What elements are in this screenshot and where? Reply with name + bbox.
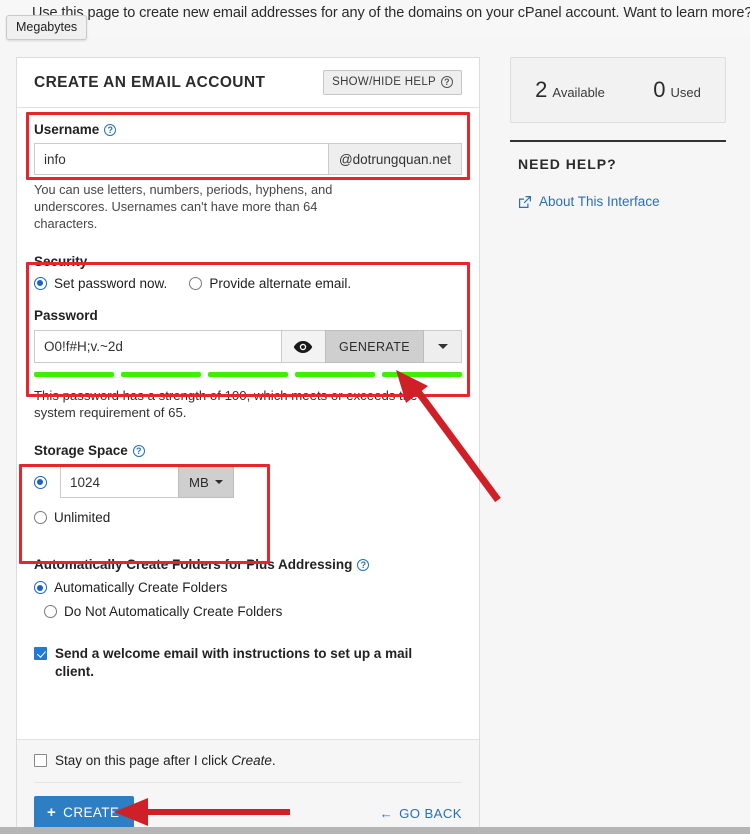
welcome-email-row[interactable]: Send a welcome email with instructions t… xyxy=(34,645,454,681)
password-strength-text: This password has a strength of 100, whi… xyxy=(34,387,462,422)
username-label-row: Username ? xyxy=(34,122,462,137)
plus-addressing-label-row: Automatically Create Folders for Plus Ad… xyxy=(34,557,462,572)
security-section: Security Set password now. Provide alter… xyxy=(34,254,462,421)
stay-on-page-label: Stay on this page after I click Create. xyxy=(55,753,276,768)
password-input[interactable] xyxy=(34,330,281,363)
radio-no-auto-create-folders-label: Do Not Automatically Create Folders xyxy=(64,604,282,619)
password-strength-bar xyxy=(34,372,462,379)
domain-addon: @dotrungquan.net xyxy=(329,143,462,175)
stat-available: 2 Available xyxy=(535,77,605,103)
radio-set-password-now[interactable]: Set password now. xyxy=(34,276,167,291)
about-this-interface-label: About This Interface xyxy=(539,194,660,209)
account-stats-box: 2 Available 0 Used xyxy=(510,57,726,123)
chevron-down-icon xyxy=(438,344,448,349)
radio-provide-alternate-email-input[interactable] xyxy=(189,277,202,290)
radio-storage-unlimited-input[interactable] xyxy=(34,511,47,524)
eye-icon xyxy=(293,340,313,354)
radio-set-password-now-label: Set password now. xyxy=(54,276,167,291)
plus-addressing-label: Automatically Create Folders for Plus Ad… xyxy=(34,557,352,572)
card-header: CREATE AN EMAIL ACCOUNT SHOW/HIDE HELP ? xyxy=(17,58,479,108)
storage-quota-input-group: MB xyxy=(60,466,234,498)
username-input[interactable] xyxy=(34,143,329,175)
storage-section: Storage Space ? MB Unlimited xyxy=(34,443,462,525)
show-hide-help-button[interactable]: SHOW/HIDE HELP ? xyxy=(323,70,462,95)
storage-unit-label: MB xyxy=(189,475,209,490)
need-help-heading: NEED HELP? xyxy=(518,156,617,172)
radio-no-auto-create-folders[interactable]: Do Not Automatically Create Folders xyxy=(44,604,462,619)
radio-provide-alternate-email[interactable]: Provide alternate email. xyxy=(189,276,351,291)
security-label: Security xyxy=(34,254,462,269)
strength-segment xyxy=(208,372,288,377)
storage-quota-row: MB xyxy=(34,466,462,498)
info-banner: Use this page to create new email addres… xyxy=(0,0,750,38)
create-button-label: CREATE xyxy=(63,805,119,820)
generate-password-button[interactable]: GENERATE xyxy=(325,330,424,363)
welcome-email-label: Send a welcome email with instructions t… xyxy=(55,645,454,681)
stay-on-page-checkbox[interactable] xyxy=(34,754,47,767)
external-link-icon xyxy=(518,195,532,209)
username-label: Username xyxy=(34,122,99,137)
generate-options-dropdown-button[interactable] xyxy=(424,330,462,363)
available-count: 2 xyxy=(535,77,547,103)
radio-storage-unlimited-label: Unlimited xyxy=(54,510,110,525)
stay-on-page-row[interactable]: Stay on this page after I click Create. xyxy=(34,753,462,783)
show-hide-help-label: SHOW/HIDE HELP xyxy=(332,76,436,88)
username-input-group: @dotrungquan.net xyxy=(34,143,462,175)
strength-segment xyxy=(382,372,462,377)
megabytes-tooltip: Megabytes xyxy=(6,15,87,40)
info-banner-text: Use this page to create new email addres… xyxy=(32,5,750,21)
radio-auto-create-folders-label: Automatically Create Folders xyxy=(54,580,227,595)
radio-storage-quota[interactable] xyxy=(34,476,47,489)
page-root: Use this page to create new email addres… xyxy=(0,0,750,834)
question-mark-icon: ? xyxy=(441,76,453,88)
arrow-left-icon: ← xyxy=(380,806,394,821)
create-email-account-card: CREATE AN EMAIL ACCOUNT SHOW/HIDE HELP ?… xyxy=(16,57,480,834)
storage-help-icon[interactable]: ? xyxy=(133,445,145,457)
stat-used: 0 Used xyxy=(653,77,701,103)
username-help-icon[interactable]: ? xyxy=(104,124,116,136)
strength-segment xyxy=(34,372,114,377)
page-title: CREATE AN EMAIL ACCOUNT xyxy=(34,74,265,92)
plus-addressing-help-icon[interactable]: ? xyxy=(357,559,369,571)
strength-segment xyxy=(121,372,201,377)
stay-label-after: . xyxy=(272,753,276,768)
plus-addressing-section: Automatically Create Folders for Plus Ad… xyxy=(34,557,462,619)
go-back-label: GO BACK xyxy=(399,806,462,821)
stay-label-emphasis: Create xyxy=(231,753,272,768)
radio-auto-create-folders-input[interactable] xyxy=(34,581,47,594)
used-label: Used xyxy=(670,85,700,100)
card-footer: Stay on this page after I click Create. … xyxy=(17,739,479,834)
username-section: Username ? @dotrungquan.net You can use … xyxy=(34,118,462,232)
card-body: Username ? @dotrungquan.net You can use … xyxy=(17,108,479,682)
password-input-group: GENERATE xyxy=(34,330,462,363)
radio-no-auto-create-folders-input[interactable] xyxy=(44,605,57,618)
radio-auto-create-folders[interactable]: Automatically Create Folders xyxy=(34,580,462,595)
username-hint: You can use letters, numbers, periods, h… xyxy=(34,181,334,232)
horizontal-scrollbar[interactable] xyxy=(0,827,750,834)
plus-icon: + xyxy=(47,805,56,820)
create-button[interactable]: + CREATE xyxy=(34,796,134,830)
storage-label-row: Storage Space ? xyxy=(34,443,462,458)
strength-segment xyxy=(295,372,375,377)
storage-label: Storage Space xyxy=(34,443,128,458)
security-radio-group: Set password now. Provide alternate emai… xyxy=(34,276,462,291)
storage-quota-input[interactable] xyxy=(60,466,178,498)
radio-set-password-now-input[interactable] xyxy=(34,277,47,290)
radio-storage-unlimited[interactable]: Unlimited xyxy=(34,510,462,525)
storage-unit-dropdown[interactable]: MB xyxy=(178,466,234,498)
welcome-email-checkbox[interactable] xyxy=(34,647,47,660)
used-count: 0 xyxy=(653,77,665,103)
footer-actions: + CREATE ← GO BACK xyxy=(34,783,462,830)
sidebar-divider xyxy=(510,140,726,142)
available-label: Available xyxy=(552,85,605,100)
radio-provide-alternate-email-label: Provide alternate email. xyxy=(209,276,351,291)
toggle-password-visibility-button[interactable] xyxy=(281,330,325,363)
password-label: Password xyxy=(34,308,462,323)
go-back-link[interactable]: ← GO BACK xyxy=(380,806,463,821)
about-this-interface-link[interactable]: About This Interface xyxy=(518,194,660,209)
chevron-down-icon xyxy=(215,480,223,484)
stay-label-before: Stay on this page after I click xyxy=(55,753,231,768)
